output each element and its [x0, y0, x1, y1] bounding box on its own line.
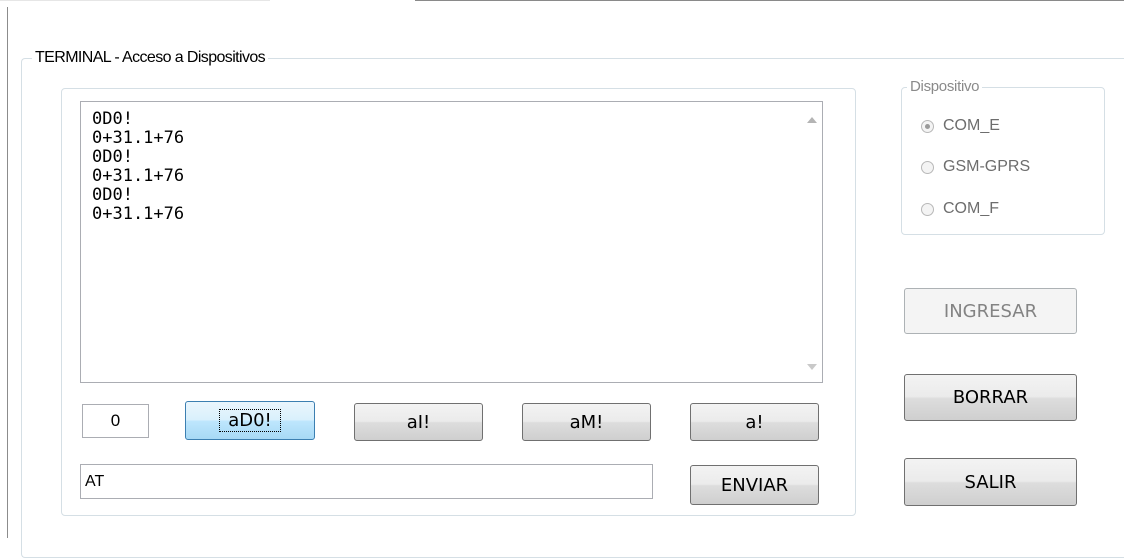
terminal-output[interactable]: [80, 101, 823, 383]
ingresar-button-label: INGRESAR: [943, 300, 1038, 322]
command-input[interactable]: AT: [80, 464, 653, 499]
command-value: AT: [85, 472, 105, 490]
aI-button[interactable]: aI!: [354, 403, 483, 441]
send-button-label: ENVIAR: [720, 474, 789, 496]
window-top-edge: [0, 0, 270, 1]
output-line: 0D0!: [92, 147, 133, 167]
terminal-output-text: 0D0! 0+31.1+76 0D0! 0+31.1+76 0D0! 0+31.…: [92, 110, 184, 224]
window-top-edge: [415, 0, 1124, 1]
output-line: 0D0!: [92, 109, 133, 129]
scroll-down-icon[interactable]: [807, 364, 817, 370]
salir-button-label: SALIR: [964, 471, 1017, 493]
ingresar-button[interactable]: INGRESAR: [904, 288, 1077, 334]
borrar-button-label: BORRAR: [952, 387, 1029, 408]
window-left-edge: [7, 7, 8, 538]
aD0-button-label: aD0!: [219, 409, 281, 432]
terminal-groupbox-title: TERMINAL - Acceso a Dispositivos: [32, 49, 269, 67]
radio-gsm-gprs-label: GSM-GPRS: [943, 158, 1031, 175]
output-line: 0+31.1+76: [92, 204, 185, 224]
radio-com-f-label: COM_F: [943, 200, 999, 217]
output-scrollbar[interactable]: [803, 102, 822, 382]
radio-selected-icon: [921, 119, 934, 133]
a-button-label: a!: [745, 411, 764, 433]
aD0-button[interactable]: aD0!: [185, 401, 315, 440]
counter-field[interactable]: 0: [82, 404, 149, 438]
radio-com-e-label: COM_E: [943, 117, 1000, 134]
aI-button-label: aI!: [406, 411, 431, 433]
device-groupbox-title: Dispositivo: [907, 78, 983, 96]
radio-com-f[interactable]: COM_F: [921, 200, 999, 218]
salir-button[interactable]: SALIR: [904, 458, 1077, 506]
radio-com-e[interactable]: COM_E: [921, 117, 1000, 135]
output-line: 0+31.1+76: [92, 166, 185, 186]
borrar-button[interactable]: BORRAR: [904, 374, 1077, 421]
output-line: 0+31.1+76: [92, 128, 185, 148]
radio-gsm-gprs[interactable]: GSM-GPRS: [921, 158, 1030, 176]
output-line: 0D0!: [92, 185, 133, 205]
aM-button[interactable]: aM!: [522, 403, 651, 441]
scroll-up-icon[interactable]: [807, 117, 817, 123]
radio-unselected-icon: [921, 160, 934, 174]
a-button[interactable]: a!: [690, 403, 819, 441]
send-button[interactable]: ENVIAR: [690, 465, 819, 505]
aM-button-label: aM!: [569, 411, 604, 433]
counter-value: 0: [110, 411, 121, 430]
radio-unselected-icon: [921, 202, 934, 216]
